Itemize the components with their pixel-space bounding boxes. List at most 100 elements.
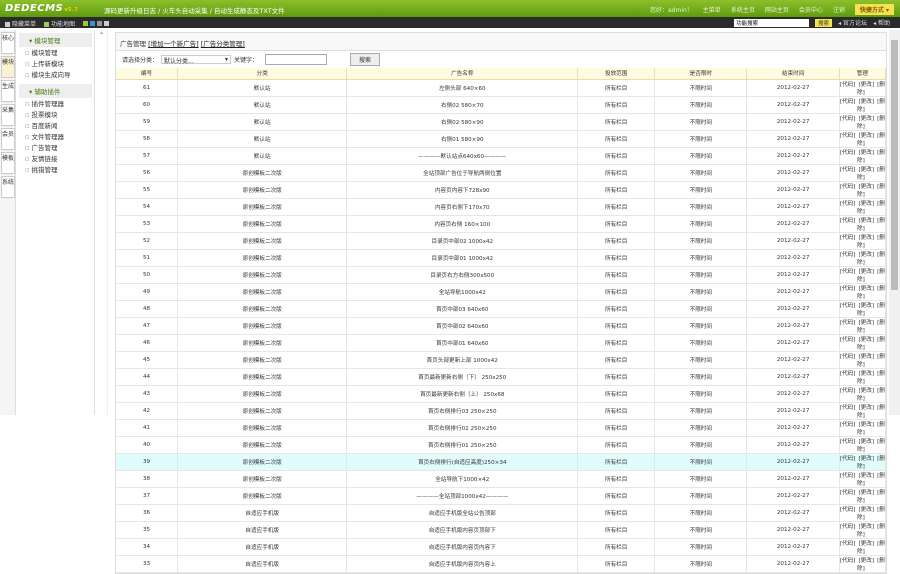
user-link[interactable]: 系统主页: [731, 5, 755, 14]
theme-swatches[interactable]: [83, 20, 111, 27]
edit-link[interactable]: [更改]: [859, 133, 875, 139]
tab-1[interactable]: 模块: [1, 56, 15, 78]
edit-link[interactable]: [更改]: [859, 82, 875, 88]
edit-link[interactable]: [更改]: [859, 167, 875, 173]
sidebar-group-header[interactable]: ▾ 模块管理: [19, 33, 92, 47]
code-link[interactable]: [代码]: [840, 201, 856, 207]
keyword-input[interactable]: [265, 54, 328, 65]
forum-link[interactable]: ◂ 官方论坛: [838, 18, 867, 27]
user-link[interactable]: 注销: [833, 5, 845, 14]
code-link[interactable]: [代码]: [840, 286, 856, 292]
tab-5[interactable]: 模板: [1, 152, 15, 174]
edit-link[interactable]: [更改]: [859, 286, 875, 292]
sidebar-item[interactable]: 投票模块: [17, 110, 94, 121]
edit-link[interactable]: [更改]: [859, 388, 875, 394]
code-link[interactable]: [代码]: [840, 184, 856, 190]
top-link[interactable]: 自动生成静态及TXT文件: [214, 7, 285, 15]
quick-menu-button[interactable]: 快捷方式 ▾: [854, 4, 894, 15]
edit-link[interactable]: [更改]: [859, 439, 875, 445]
help-link[interactable]: ◂ 帮助: [873, 18, 890, 27]
code-link[interactable]: [代码]: [840, 405, 856, 411]
top-link[interactable]: 火车头自动采集: [162, 7, 208, 15]
category-select[interactable]: 默认分类...: [161, 55, 232, 65]
tab-2[interactable]: 生成: [1, 80, 15, 102]
code-link[interactable]: [代码]: [840, 269, 856, 275]
edit-link[interactable]: [更改]: [859, 184, 875, 190]
edit-link[interactable]: [更改]: [859, 150, 875, 156]
code-link[interactable]: [代码]: [840, 490, 856, 496]
hide-menu-button[interactable]: 隐藏菜单: [5, 19, 36, 28]
code-link[interactable]: [代码]: [840, 150, 856, 156]
tab-6[interactable]: 系统: [1, 176, 15, 198]
code-link[interactable]: [代码]: [840, 235, 856, 241]
tab-4[interactable]: 会员: [1, 128, 15, 150]
code-link[interactable]: [代码]: [840, 133, 856, 139]
sidebar-item[interactable]: 模块管理: [17, 48, 94, 59]
sidebar-item[interactable]: 模块生成向导: [17, 70, 94, 81]
code-link[interactable]: [代码]: [840, 252, 856, 258]
sidebar-item[interactable]: 广告管理: [17, 143, 94, 154]
edit-link[interactable]: [更改]: [859, 456, 875, 462]
edit-link[interactable]: [更改]: [859, 371, 875, 377]
main-scrollbar[interactable]: [889, 30, 900, 415]
sidebar-scrollbar[interactable]: ▴: [96, 30, 108, 415]
edit-link[interactable]: [更改]: [859, 201, 875, 207]
code-link[interactable]: [代码]: [840, 371, 856, 377]
edit-link[interactable]: [更改]: [859, 269, 875, 275]
ad-category-link[interactable]: [广告分类管理]: [201, 40, 245, 48]
code-link[interactable]: [代码]: [840, 439, 856, 445]
edit-link[interactable]: [更改]: [859, 218, 875, 224]
edit-link[interactable]: [更改]: [859, 337, 875, 343]
edit-link[interactable]: [更改]: [859, 473, 875, 479]
edit-link[interactable]: [更改]: [859, 235, 875, 241]
user-link[interactable]: 会员中心: [799, 5, 823, 14]
edit-link[interactable]: [更改]: [859, 507, 875, 513]
code-link[interactable]: [代码]: [840, 116, 856, 122]
code-link[interactable]: [代码]: [840, 524, 856, 530]
code-link[interactable]: [代码]: [840, 303, 856, 309]
top-link[interactable]: 源码更新升级日志: [104, 7, 156, 15]
code-link[interactable]: [代码]: [840, 218, 856, 224]
sidebar-item[interactable]: 上传新模块: [17, 59, 94, 70]
sidebar-item[interactable]: 友情链接: [17, 154, 94, 165]
scrollbar-thumb[interactable]: [891, 40, 898, 290]
edit-link[interactable]: [更改]: [859, 320, 875, 326]
edit-link[interactable]: [更改]: [859, 524, 875, 530]
function-search-button[interactable]: 搜索: [815, 18, 833, 27]
code-link[interactable]: [代码]: [840, 320, 856, 326]
edit-link[interactable]: [更改]: [859, 490, 875, 496]
sidebar-item[interactable]: 百度新闻: [17, 121, 94, 132]
edit-link[interactable]: [更改]: [859, 541, 875, 547]
edit-link[interactable]: [更改]: [859, 422, 875, 428]
code-link[interactable]: [代码]: [840, 388, 856, 394]
code-link[interactable]: [代码]: [840, 473, 856, 479]
code-link[interactable]: [代码]: [840, 354, 856, 360]
code-link[interactable]: [代码]: [840, 167, 856, 173]
code-link[interactable]: [代码]: [840, 337, 856, 343]
code-link[interactable]: [代码]: [840, 558, 856, 564]
code-link[interactable]: [代码]: [840, 541, 856, 547]
code-link[interactable]: [代码]: [840, 507, 856, 513]
search-button[interactable]: 搜索: [350, 53, 381, 66]
user-link[interactable]: 网站主页: [765, 5, 789, 14]
tab-3[interactable]: 采集: [1, 104, 15, 126]
sidebar-item[interactable]: 插件管理器: [17, 99, 94, 110]
sidebar-group-header[interactable]: ▾ 辅助插件: [19, 84, 92, 98]
code-link[interactable]: [代码]: [840, 456, 856, 462]
code-link[interactable]: [代码]: [840, 99, 856, 105]
edit-link[interactable]: [更改]: [859, 558, 875, 564]
function-search-input[interactable]: [734, 18, 810, 27]
edit-link[interactable]: [更改]: [859, 405, 875, 411]
sidebar-item[interactable]: 文件管理器: [17, 132, 94, 143]
code-link[interactable]: [代码]: [840, 422, 856, 428]
edit-link[interactable]: [更改]: [859, 116, 875, 122]
user-link[interactable]: 主菜单: [703, 5, 721, 14]
code-link[interactable]: [代码]: [840, 82, 856, 88]
add-ad-link[interactable]: [增加一个新广告]: [148, 40, 199, 48]
edit-link[interactable]: [更改]: [859, 252, 875, 258]
function-map-button[interactable]: 功能地图: [44, 19, 75, 28]
tab-0[interactable]: 核心: [1, 32, 15, 54]
sidebar-item[interactable]: 挑错管理: [17, 165, 94, 176]
edit-link[interactable]: [更改]: [859, 354, 875, 360]
edit-link[interactable]: [更改]: [859, 303, 875, 309]
